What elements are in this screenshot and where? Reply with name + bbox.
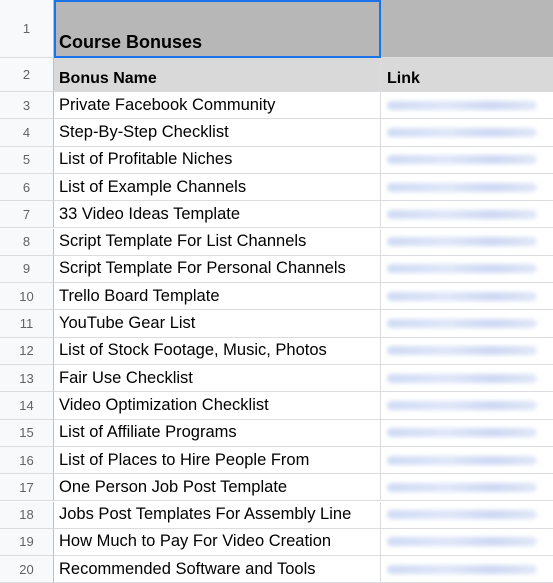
table-row: 7 33 Video Ideas Template bbox=[0, 201, 553, 229]
link-cell[interactable] bbox=[381, 502, 553, 529]
row-number[interactable]: 5 bbox=[0, 146, 54, 174]
row-2: 2 Bonus Name Link bbox=[0, 58, 553, 92]
bonus-name-cell[interactable]: How Much to Pay For Video Creation bbox=[54, 528, 381, 557]
link-cell[interactable] bbox=[381, 147, 553, 174]
link-cell[interactable] bbox=[381, 447, 553, 475]
bonus-name-cell[interactable]: Fair Use Checklist bbox=[54, 365, 381, 393]
link-cell[interactable] bbox=[381, 338, 553, 365]
row-number[interactable]: 13 bbox=[0, 365, 54, 393]
blurred-link bbox=[387, 510, 537, 520]
spreadsheet-grid: 1 Course Bonuses 2 Bonus Name Link 3 Priv… bbox=[0, 0, 553, 583]
table-row: 5 List of Profitable Niches bbox=[0, 146, 553, 174]
row-number[interactable]: 9 bbox=[0, 255, 54, 284]
bonus-name-cell[interactable]: List of Example Channels bbox=[54, 173, 381, 202]
blurred-link bbox=[387, 182, 537, 192]
bonus-name-cell[interactable]: Script Template For Personal Channels bbox=[54, 255, 381, 284]
blurred-link bbox=[387, 455, 537, 465]
link-cell[interactable] bbox=[381, 283, 553, 311]
row-number[interactable]: 16 bbox=[0, 446, 54, 475]
row-number[interactable]: 7 bbox=[0, 201, 54, 229]
table-row: 3 Private Facebook Community bbox=[0, 92, 553, 120]
table-row: 8 Script Template For List Channels bbox=[0, 228, 553, 256]
row-number[interactable]: 15 bbox=[0, 419, 54, 447]
row-number[interactable]: 3 bbox=[0, 92, 54, 120]
bonus-name-cell[interactable]: 33 Video Ideas Template bbox=[54, 201, 381, 229]
link-cell[interactable] bbox=[381, 420, 553, 447]
table-row: 15 List of Affiliate Programs bbox=[0, 419, 553, 447]
blurred-link bbox=[387, 373, 537, 383]
bonus-name-cell[interactable]: Recommended Software and Tools bbox=[54, 556, 381, 583]
link-cell[interactable] bbox=[381, 556, 553, 583]
row-number[interactable]: 14 bbox=[0, 392, 54, 420]
row-1: 1 Course Bonuses bbox=[0, 0, 553, 58]
row-number[interactable]: 18 bbox=[0, 501, 54, 529]
table-row: 18 Jobs Post Templates For Assembly Line bbox=[0, 501, 553, 529]
table-row: 10 Trello Board Template bbox=[0, 283, 553, 311]
blurred-link bbox=[387, 100, 537, 110]
link-cell[interactable] bbox=[381, 229, 553, 256]
bonus-name-cell[interactable]: List of Places to Hire People From bbox=[54, 446, 381, 475]
link-cell[interactable] bbox=[381, 92, 553, 120]
table-row: 11 YouTube Gear List bbox=[0, 310, 553, 338]
bonus-name-cell[interactable]: Private Facebook Community bbox=[54, 92, 381, 120]
table-row: 14 Video Optimization Checklist bbox=[0, 392, 553, 420]
blurred-link bbox=[387, 127, 537, 137]
blurred-link bbox=[387, 564, 537, 574]
blurred-link bbox=[387, 400, 537, 410]
header-link[interactable]: Link bbox=[381, 58, 553, 92]
blurred-link bbox=[387, 428, 537, 438]
blurred-link bbox=[387, 264, 537, 274]
blurred-link bbox=[387, 346, 537, 356]
bonus-name-cell[interactable]: Step-By-Step Checklist bbox=[54, 119, 381, 147]
blurred-link bbox=[387, 237, 537, 247]
bonus-name-cell[interactable]: List of Stock Footage, Music, Photos bbox=[54, 337, 381, 365]
row-number[interactable]: 8 bbox=[0, 228, 54, 256]
table-row: 9 Script Template For Personal Channels bbox=[0, 255, 553, 284]
link-cell[interactable] bbox=[381, 256, 553, 284]
table-row: 16 List of Places to Hire People From bbox=[0, 446, 553, 475]
table-row: 19 How Much to Pay For Video Creation bbox=[0, 528, 553, 557]
header-bonus-name[interactable]: Bonus Name bbox=[54, 58, 381, 92]
bonus-name-cell[interactable]: Trello Board Template bbox=[54, 283, 381, 311]
blurred-link bbox=[387, 482, 537, 492]
link-cell[interactable] bbox=[381, 474, 553, 502]
blurred-link bbox=[387, 155, 537, 165]
row-number[interactable]: 17 bbox=[0, 474, 54, 502]
link-cell[interactable] bbox=[381, 365, 553, 393]
table-row: 12 List of Stock Footage, Music, Photos bbox=[0, 337, 553, 365]
link-cell[interactable] bbox=[381, 174, 553, 202]
blurred-link bbox=[387, 291, 537, 301]
bonus-name-cell[interactable]: List of Affiliate Programs bbox=[54, 419, 381, 447]
title-cell-b[interactable] bbox=[381, 0, 553, 58]
row-number[interactable]: 19 bbox=[0, 528, 54, 557]
row-number[interactable]: 2 bbox=[0, 58, 54, 92]
title-cell[interactable]: Course Bonuses bbox=[54, 0, 381, 58]
row-number[interactable]: 11 bbox=[0, 310, 54, 338]
blurred-link bbox=[387, 209, 537, 219]
bonus-name-cell[interactable]: Jobs Post Templates For Assembly Line bbox=[54, 501, 381, 529]
bonus-name-cell[interactable]: Script Template For List Channels bbox=[54, 228, 381, 256]
row-number[interactable]: 20 bbox=[0, 556, 54, 583]
bonus-name-cell[interactable]: One Person Job Post Template bbox=[54, 474, 381, 502]
link-cell[interactable] bbox=[381, 392, 553, 420]
bonus-name-cell[interactable]: List of Profitable Niches bbox=[54, 146, 381, 174]
link-cell[interactable] bbox=[381, 310, 553, 338]
blurred-link bbox=[387, 537, 537, 547]
table-row: 20 Recommended Software and Tools bbox=[0, 556, 553, 583]
row-number[interactable]: 12 bbox=[0, 337, 54, 365]
bonus-name-cell[interactable]: Video Optimization Checklist bbox=[54, 392, 381, 420]
table-row: 13 Fair Use Checklist bbox=[0, 365, 553, 393]
bonus-name-cell[interactable]: YouTube Gear List bbox=[54, 310, 381, 338]
link-cell[interactable] bbox=[381, 119, 553, 147]
link-cell[interactable] bbox=[381, 201, 553, 229]
table-row: 4 Step-By-Step Checklist bbox=[0, 119, 553, 147]
row-number[interactable]: 1 bbox=[0, 0, 54, 58]
table-row: 6 List of Example Channels bbox=[0, 173, 553, 202]
row-number[interactable]: 4 bbox=[0, 119, 54, 147]
row-number[interactable]: 10 bbox=[0, 283, 54, 311]
blurred-link bbox=[387, 319, 537, 329]
row-number[interactable]: 6 bbox=[0, 173, 54, 202]
table-row: 17 One Person Job Post Template bbox=[0, 474, 553, 502]
link-cell[interactable] bbox=[381, 529, 553, 557]
